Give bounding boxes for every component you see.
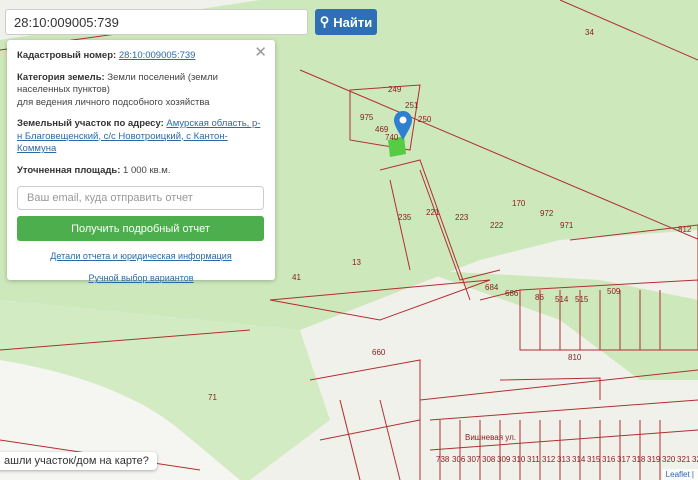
- parcel-label: 315: [587, 455, 601, 464]
- leaflet-attribution[interactable]: Leaflet |: [661, 469, 698, 480]
- parcel-label: 660: [372, 348, 386, 357]
- parcel-info-panel: ✕ Кадастровый номер: 28:10:009005:739 Ка…: [7, 40, 275, 283]
- parcel-label: 250: [418, 115, 432, 124]
- parcel-label: 170: [512, 199, 526, 208]
- parcel-label: 251: [405, 101, 419, 110]
- parcel-label: 311: [527, 455, 540, 464]
- parcel-label: 41: [292, 273, 301, 282]
- parcel-label: 320: [662, 455, 676, 464]
- found-on-map-question[interactable]: ашли участок/дом на карте?: [0, 452, 157, 470]
- cadastral-label: Кадастровый номер:: [17, 50, 117, 61]
- parcel-label: 317: [617, 455, 631, 464]
- category-label: Категория земель:: [17, 71, 105, 83]
- parcel-label: 738: [436, 455, 450, 464]
- report-details-link[interactable]: Детали отчета и юридическая информация: [50, 251, 231, 261]
- parcel-label: 222: [490, 221, 504, 230]
- parcel-label: 223: [455, 213, 469, 222]
- parcel-label: 306: [452, 455, 466, 464]
- parcel-label: 249: [388, 85, 402, 94]
- parcel-label: 312: [542, 455, 556, 464]
- parcel-label: 515: [575, 295, 589, 304]
- parcel-label: 316: [602, 455, 616, 464]
- parcel-label: 309: [497, 455, 511, 464]
- cadastral-search-input[interactable]: [5, 9, 308, 35]
- parcel-label: 313: [557, 455, 571, 464]
- parcel-label: 322: [692, 455, 698, 464]
- address-label: Земельный участок по адресу:: [17, 118, 164, 129]
- email-input[interactable]: [17, 186, 264, 210]
- parcel-label: 810: [568, 353, 582, 362]
- parcel-label: 686: [505, 289, 519, 298]
- land-use-value: для ведения личного подсобного хозяйства: [17, 96, 210, 108]
- area-value: 1 000 кв.м.: [123, 164, 171, 176]
- parcel-label: 310: [512, 455, 526, 464]
- area-label: Уточненная площадь:: [17, 164, 121, 176]
- parcel-label: 314: [572, 455, 586, 464]
- parcel-label: 318: [632, 455, 646, 464]
- find-button-label: Найти: [333, 14, 373, 30]
- search-icon: ⚲: [319, 14, 330, 29]
- parcel-label: 307: [467, 455, 481, 464]
- parcel-label: 972: [540, 209, 554, 218]
- manual-selection-link[interactable]: Ручной выбор вариантов: [88, 273, 193, 283]
- parcel-label: 975: [360, 113, 374, 122]
- parcel-label: 221: [426, 208, 440, 217]
- parcel-label: 86: [535, 293, 544, 302]
- close-icon[interactable]: ✕: [254, 43, 267, 61]
- parcel-label: 812: [678, 225, 692, 234]
- parcel-label: 684: [485, 283, 499, 292]
- parcel-label: 514: [555, 295, 569, 304]
- parcel-label: 235: [398, 213, 412, 222]
- street-label: Вишневая ул.: [465, 433, 516, 442]
- parcel-label: 740: [385, 133, 399, 142]
- cadastral-number-link[interactable]: 28:10:009005:739: [119, 50, 196, 61]
- parcel-label: 971: [560, 221, 574, 230]
- parcel-label: 34: [585, 28, 594, 37]
- parcel-label: 308: [482, 455, 496, 464]
- parcel-label: 71: [208, 393, 217, 402]
- parcel-label: 509: [607, 287, 621, 296]
- parcel-label: 319: [647, 455, 661, 464]
- find-button[interactable]: ⚲ Найти: [315, 9, 377, 35]
- parcel-label: 13: [352, 258, 361, 267]
- get-report-button[interactable]: Получить подробный отчет: [17, 216, 264, 241]
- parcel-label: 321: [677, 455, 691, 464]
